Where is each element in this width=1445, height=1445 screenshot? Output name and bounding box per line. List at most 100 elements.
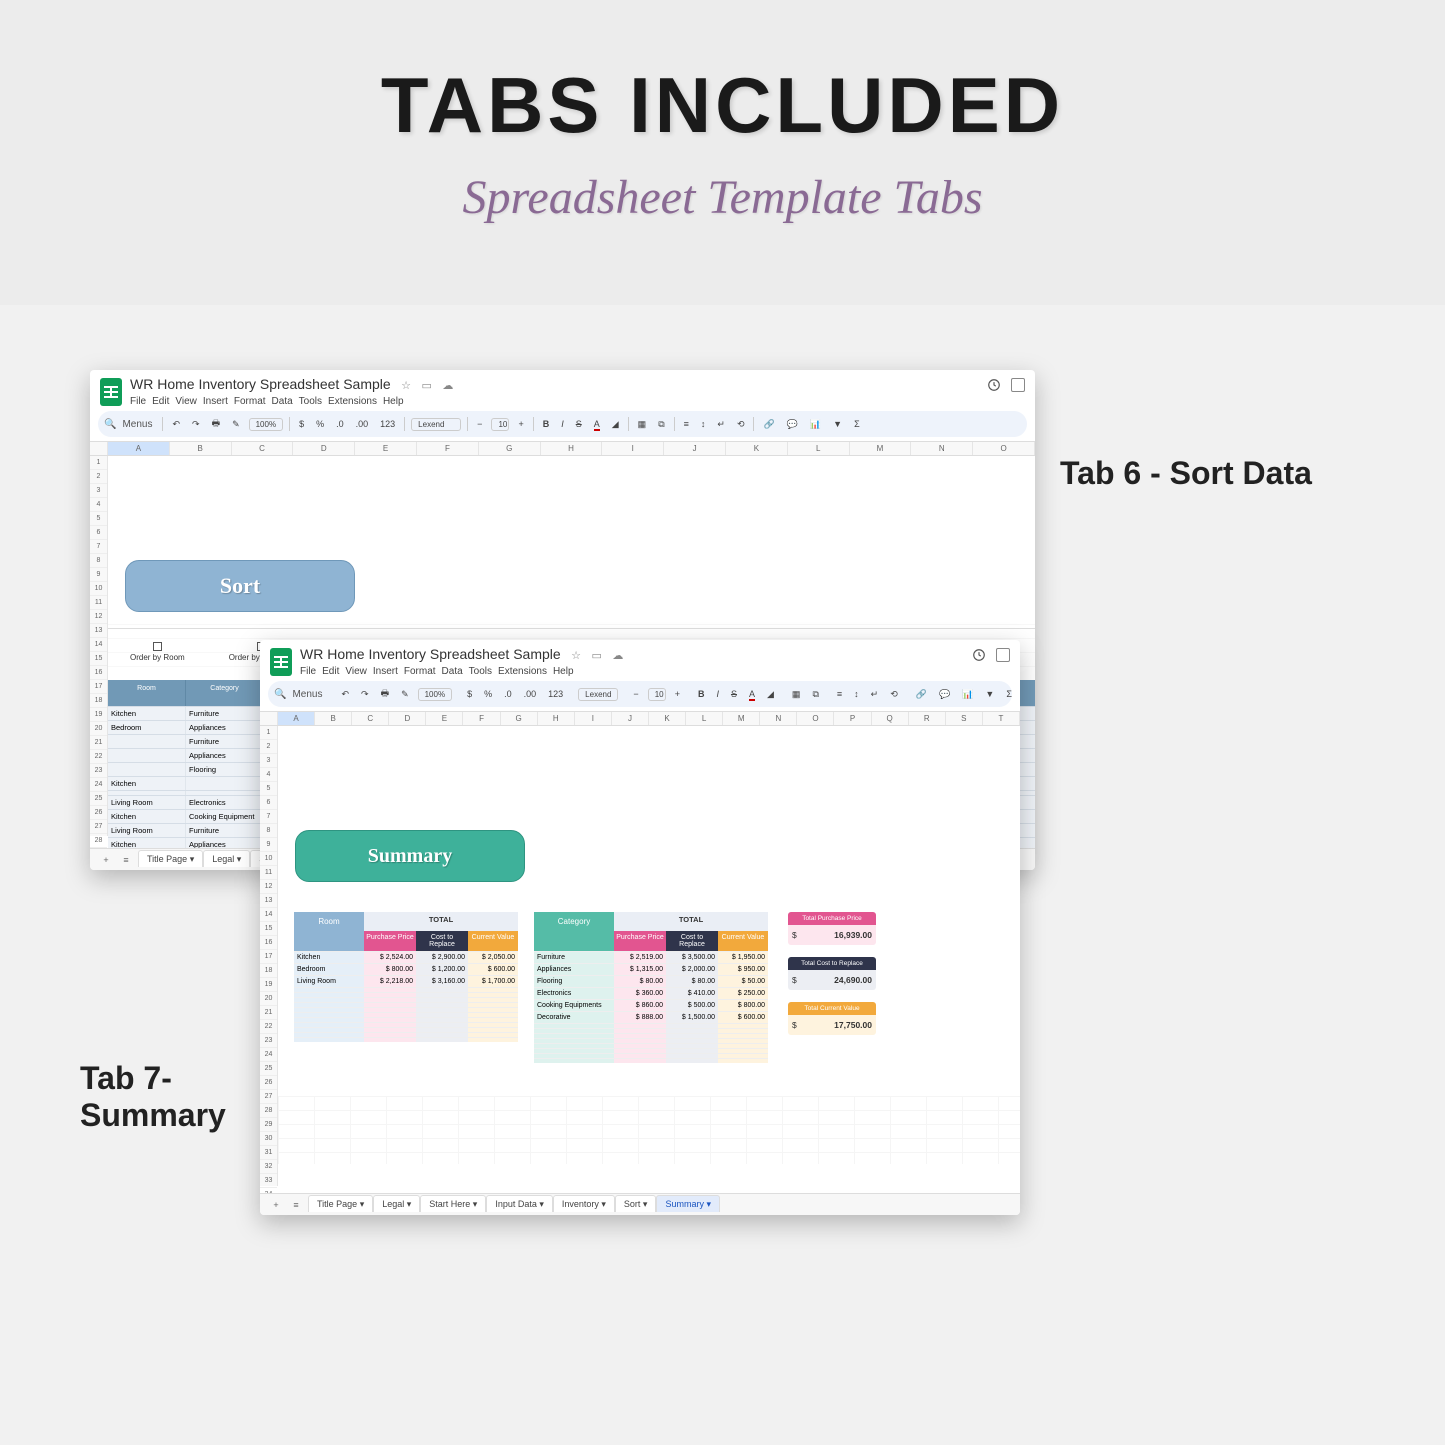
text-color-button[interactable]: A	[746, 688, 758, 700]
col-B[interactable]: B	[170, 442, 232, 455]
star-icon[interactable]: ☆	[571, 650, 581, 662]
menu-tools[interactable]: Tools	[299, 396, 322, 407]
comment-button[interactable]: 💬	[936, 688, 953, 701]
undo-button[interactable]: ↶	[169, 418, 183, 431]
col-F[interactable]: F	[463, 712, 500, 725]
col-Q[interactable]: Q	[872, 712, 909, 725]
col-R[interactable]: R	[909, 712, 946, 725]
col-H[interactable]: H	[541, 442, 603, 455]
table-row[interactable]: Cooking Equipments$ 860.00$ 500.00$ 800.…	[534, 999, 768, 1011]
sheet-tab-title-page[interactable]: Title Page ▾	[308, 1195, 373, 1212]
menu-extensions[interactable]: Extensions	[498, 666, 547, 677]
rotate-button[interactable]: ⟲	[734, 418, 748, 431]
paint-format-button[interactable]: ✎	[229, 418, 243, 431]
col-M[interactable]: M	[850, 442, 912, 455]
menu-file[interactable]: File	[130, 396, 146, 407]
bold-button[interactable]: B	[540, 418, 553, 430]
table-row[interactable]: Kitchen$ 2,524.00$ 2,900.00$ 2,050.00	[294, 951, 518, 963]
zoom-select[interactable]: 100%	[249, 418, 283, 431]
col-E[interactable]: E	[355, 442, 417, 455]
undo-button[interactable]: ↶	[338, 688, 352, 701]
currency-button[interactable]: $	[464, 688, 475, 700]
menus-search[interactable]: Menus	[122, 419, 152, 430]
col-L[interactable]: L	[788, 442, 850, 455]
menu-tools[interactable]: Tools	[469, 666, 492, 677]
functions-button[interactable]: Σ	[851, 418, 863, 430]
col-N[interactable]: N	[911, 442, 973, 455]
menu-format[interactable]: Format	[404, 666, 436, 677]
currency-button[interactable]: $	[296, 418, 307, 430]
menu-edit[interactable]: Edit	[322, 666, 339, 677]
fill-color-button[interactable]: ◢	[609, 418, 622, 431]
cloud-icon[interactable]: ☁	[612, 650, 623, 662]
borders-button[interactable]: ▦	[789, 688, 804, 701]
print-button[interactable]: 🖶	[209, 415, 224, 433]
font-dec-button[interactable]: −	[474, 418, 485, 430]
percent-button[interactable]: %	[481, 688, 495, 700]
row-headers[interactable]: 1234567891011121314151617181920212223242…	[90, 456, 108, 836]
add-sheet-button[interactable]: +	[268, 1200, 284, 1210]
fill-color-button[interactable]: ◢	[764, 688, 777, 701]
menu-extensions[interactable]: Extensions	[328, 396, 377, 407]
font-select[interactable]: Lexend	[411, 418, 461, 431]
menu-data[interactable]: Data	[272, 396, 293, 407]
text-color-button[interactable]: A	[591, 418, 603, 430]
redo-button[interactable]: ↷	[358, 688, 372, 701]
history-icon[interactable]	[987, 378, 1001, 392]
table-row[interactable]: Flooring$ 80.00$ 80.00$ 50.00	[534, 975, 768, 987]
document-title[interactable]: WR Home Inventory Spreadsheet Sample	[300, 646, 561, 662]
font-inc-button[interactable]: +	[515, 418, 526, 430]
font-dec-button[interactable]: −	[630, 688, 641, 700]
col-C[interactable]: C	[232, 442, 294, 455]
col-S[interactable]: S	[946, 712, 983, 725]
chart-button[interactable]: 📊	[807, 418, 824, 431]
col-E[interactable]: E	[426, 712, 463, 725]
checkbox[interactable]	[153, 642, 162, 651]
col-T[interactable]: T	[983, 712, 1020, 725]
col-I[interactable]: I	[575, 712, 612, 725]
col-H[interactable]: H	[538, 712, 575, 725]
strike-button[interactable]: S	[728, 688, 740, 700]
row-headers[interactable]: 1234567891011121314151617181920212223242…	[260, 726, 278, 1186]
menus-search[interactable]: Menus	[292, 689, 322, 700]
merge-button[interactable]: ⧉	[655, 418, 667, 431]
valign-button[interactable]: ↕	[698, 418, 709, 430]
menu-insert[interactable]: Insert	[373, 666, 398, 677]
font-size[interactable]: 10	[648, 688, 666, 701]
star-icon[interactable]: ☆	[401, 380, 411, 392]
decimal-dec-button[interactable]: .0	[333, 418, 347, 430]
merge-button[interactable]: ⧉	[809, 688, 821, 701]
sheet-tab-inventory[interactable]: Inventory ▾	[553, 1195, 615, 1212]
comment-button[interactable]: 💬	[784, 418, 801, 431]
link-button[interactable]: 🔗	[760, 418, 777, 431]
decimal-inc-button[interactable]: .00	[521, 688, 540, 700]
zoom-select[interactable]: 100%	[418, 688, 452, 701]
col-M[interactable]: M	[723, 712, 760, 725]
filter-button[interactable]: ▼	[830, 418, 845, 430]
font-select[interactable]: Lexend	[578, 688, 618, 701]
comment-icon[interactable]	[1011, 378, 1025, 392]
col-J[interactable]: J	[664, 442, 726, 455]
sheet-tab-start-here[interactable]: Start Here ▾	[420, 1195, 486, 1212]
borders-button[interactable]: ▦	[635, 418, 650, 431]
format-123-button[interactable]: 123	[377, 418, 398, 430]
document-title[interactable]: WR Home Inventory Spreadsheet Sample	[130, 376, 391, 392]
print-button[interactable]: 🖶	[378, 685, 393, 703]
wrap-button[interactable]: ↵	[868, 688, 882, 701]
menu-file[interactable]: File	[300, 666, 316, 677]
italic-button[interactable]: I	[713, 688, 722, 700]
filter-button[interactable]: ▼	[982, 688, 997, 700]
spreadsheet-grid[interactable]: 1234567891011121314151617181920212223242…	[260, 726, 1020, 1186]
col-D[interactable]: D	[389, 712, 426, 725]
sheet-tab-summary[interactable]: Summary ▾	[656, 1195, 720, 1212]
italic-button[interactable]: I	[558, 418, 567, 430]
wrap-button[interactable]: ↵	[714, 418, 728, 431]
decimal-dec-button[interactable]: .0	[501, 688, 515, 700]
table-row[interactable]	[534, 1058, 768, 1063]
chart-button[interactable]: 📊	[959, 688, 976, 701]
table-row[interactable]: Electronics$ 360.00$ 410.00$ 250.00	[534, 987, 768, 999]
sheet-tab-legal[interactable]: Legal ▾	[203, 850, 250, 867]
col-I[interactable]: I	[602, 442, 664, 455]
col-A[interactable]: A	[108, 442, 170, 455]
percent-button[interactable]: %	[313, 418, 327, 430]
